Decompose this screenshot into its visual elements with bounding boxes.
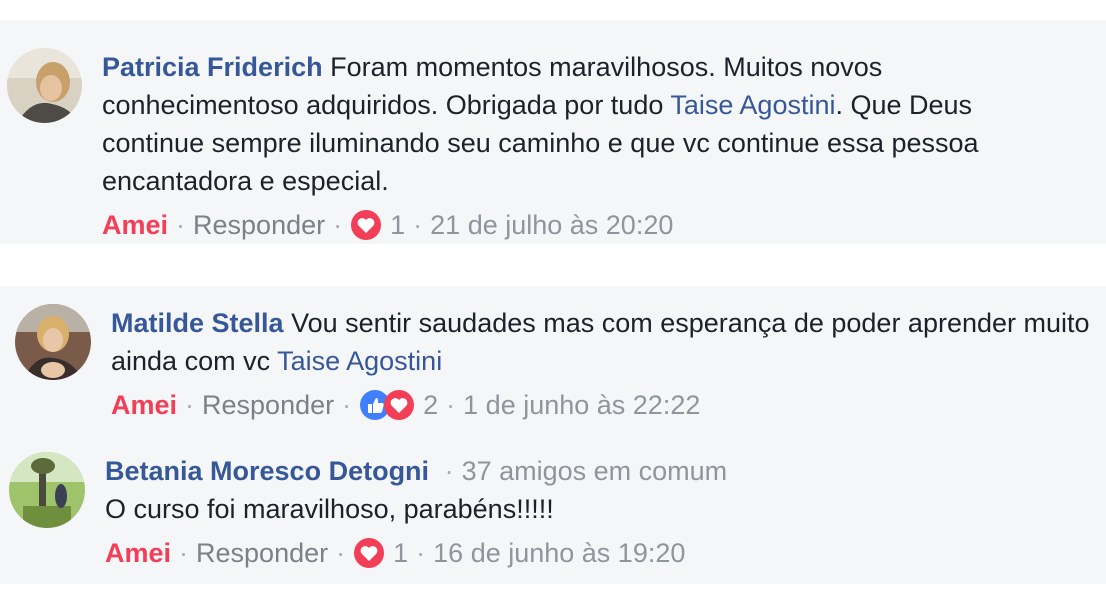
comment-author[interactable]: Patricia Friderich <box>102 52 323 82</box>
comment-actions: Amei · Responder · 2 · 1 de junho às 22:… <box>111 388 700 422</box>
comment-author[interactable]: Betania Moresco Detogni <box>105 456 429 486</box>
mutual-friends[interactable]: 37 amigos em comum <box>462 456 728 486</box>
comment-timestamp[interactable]: 21 de julho às 20:20 <box>430 208 673 242</box>
comment-actions: Amei · Responder · 1 · 21 de julho às 20… <box>102 208 673 242</box>
avatar[interactable] <box>7 48 82 123</box>
heart-icon <box>354 538 385 568</box>
comment-body: Patricia Friderich Foram momentos maravi… <box>102 48 1062 200</box>
mention-link[interactable]: Taise Agostini <box>670 90 835 120</box>
separator: · <box>444 456 454 486</box>
avatar[interactable] <box>9 452 85 528</box>
reactions-summary[interactable] <box>359 389 415 421</box>
reaction-count[interactable]: 2 <box>423 388 438 422</box>
reactions-summary[interactable] <box>353 537 385 569</box>
separator: · <box>176 210 186 240</box>
reaction-count[interactable]: 1 <box>390 208 405 242</box>
separator: · <box>185 390 195 420</box>
comment-timestamp[interactable]: 16 de junho às 19:20 <box>433 536 685 570</box>
comment-text: O curso foi maravilhoso, parabéns!!!!! <box>105 494 554 524</box>
comment-author[interactable]: Matilde Stella <box>111 308 284 338</box>
heart-icon <box>384 390 415 420</box>
comment-body: Betania Moresco Detogni · 37 amigos em co… <box>105 452 1090 528</box>
separator: · <box>336 538 346 568</box>
reply-button[interactable]: Responder <box>193 208 325 242</box>
comment-actions: Amei · Responder · 1 · 16 de junho às 19… <box>105 536 685 570</box>
separator: · <box>416 538 426 568</box>
reaction-count[interactable]: 1 <box>393 536 408 570</box>
separator: · <box>342 390 352 420</box>
comment-card: Patricia Friderich Foram momentos maravi… <box>0 20 1106 244</box>
heart-icon <box>351 210 382 240</box>
comment-body: Matilde Stella Vou sentir saudades mas c… <box>111 304 1096 380</box>
love-reaction-button[interactable]: Amei <box>111 388 177 422</box>
comment-timestamp[interactable]: 1 de junho às 22:22 <box>463 388 700 422</box>
reply-button[interactable]: Responder <box>196 536 328 570</box>
comment-card: Matilde Stella Vou sentir saudades mas c… <box>0 286 1106 584</box>
love-reaction-button[interactable]: Amei <box>105 536 171 570</box>
mention-link[interactable]: Taise Agostini <box>277 346 442 376</box>
separator: · <box>179 538 189 568</box>
separator: · <box>333 210 343 240</box>
avatar[interactable] <box>15 304 91 380</box>
love-reaction-button[interactable]: Amei <box>102 208 168 242</box>
separator: · <box>446 390 456 420</box>
separator: · <box>413 210 423 240</box>
reply-button[interactable]: Responder <box>202 388 334 422</box>
reactions-summary[interactable] <box>350 209 382 241</box>
